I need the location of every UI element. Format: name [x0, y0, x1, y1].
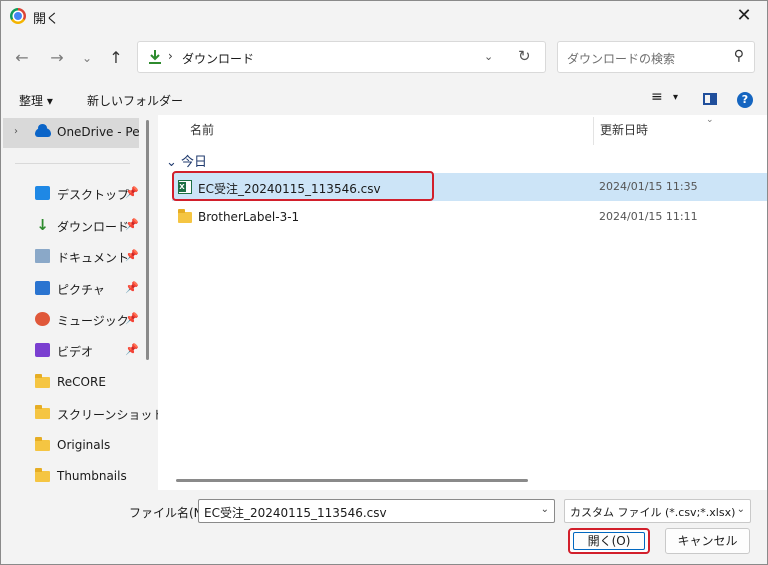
onedrive-cloud-icon	[35, 124, 51, 137]
recent-locations-button[interactable]: ⌄	[76, 47, 98, 69]
sidebar-item-documents[interactable]: ドキュメント 📌	[1, 243, 146, 271]
cancel-button[interactable]: キャンセル	[665, 528, 750, 554]
sidebar-item-label: ドキュメント	[57, 251, 130, 265]
folder-icon	[35, 437, 50, 451]
sidebar-item-desktop[interactable]: デスクトップ 📌	[1, 180, 146, 208]
filename-input[interactable]: EC受注_20240115_113546.csv ⌄	[198, 499, 555, 523]
up-button[interactable]: ↑	[105, 47, 127, 69]
group-header-today[interactable]: ⌄ 今日	[166, 151, 207, 170]
music-icon	[35, 312, 50, 326]
new-folder-button[interactable]: 新しいフォルダー	[87, 92, 183, 109]
address-bar[interactable]: › ダウンロード ⌄ ↻	[137, 41, 546, 73]
pin-icon: 📌	[125, 218, 139, 231]
sidebar-item-pictures[interactable]: ピクチャ 📌	[1, 275, 146, 303]
pin-icon: 📌	[125, 186, 139, 199]
desktop-icon	[35, 186, 50, 200]
folder-icon	[35, 405, 50, 419]
column-header-date[interactable]: 更新日時	[600, 121, 648, 138]
sidebar-item-label: ミュージック	[57, 314, 129, 328]
column-header-name[interactable]: 名前	[190, 121, 214, 138]
expand-chevron-icon[interactable]: ›	[14, 126, 18, 137]
close-button[interactable]: ✕	[727, 3, 761, 29]
sidebar-item-videos[interactable]: ビデオ 📌	[1, 337, 146, 365]
sidebar-item-thumbnails[interactable]: Thumbnails	[1, 463, 146, 491]
file-name: BrotherLabel-3-1	[198, 210, 300, 224]
chrome-icon	[10, 8, 26, 24]
pin-icon: 📌	[125, 312, 139, 325]
folder-icon	[35, 374, 50, 388]
filetype-value: カスタム ファイル (*.csv;*.xlsx)	[570, 506, 736, 519]
sort-indicator-icon: ⌄	[706, 115, 714, 125]
address-path-downloads[interactable]: ダウンロード	[182, 50, 254, 67]
search-input[interactable]: ダウンロードの検索	[567, 50, 675, 67]
pictures-icon	[35, 281, 50, 295]
chevron-down-icon[interactable]: ⌄	[737, 504, 745, 515]
sidebar-item-label: Originals	[57, 438, 111, 452]
file-date: 2024/01/15 11:11	[599, 210, 698, 223]
sidebar-item-label: ビデオ	[57, 345, 94, 359]
address-dropdown-icon[interactable]: ⌄	[484, 50, 493, 63]
sidebar-item-onedrive[interactable]: › OneDrive - Personal	[3, 118, 139, 148]
pin-icon: 📌	[125, 249, 139, 262]
sidebar-item-label: ピクチャ	[57, 283, 105, 297]
file-date: 2024/01/15 11:35	[599, 180, 698, 193]
sidebar-item-music[interactable]: ミュージック 📌	[1, 306, 146, 334]
open-button[interactable]: 開く(O)	[568, 528, 650, 554]
pin-icon: 📌	[125, 281, 139, 294]
sidebar-item-screenshots[interactable]: スクリーンショット	[1, 400, 164, 428]
view-list-icon[interactable]: ≡	[651, 89, 663, 105]
sidebar-item-label: デスクトップ	[57, 188, 130, 202]
sidebar-divider	[15, 163, 130, 164]
sidebar-item-label: ReCORE	[57, 375, 106, 389]
sidebar-item-label: ダウンロード	[57, 220, 130, 234]
search-icon[interactable]: ⚲	[734, 48, 744, 64]
sidebar-item-label: スクリーンショット	[57, 408, 165, 422]
horizontal-scrollbar[interactable]	[176, 479, 528, 482]
search-box[interactable]: ダウンロードの検索 ⚲	[557, 41, 755, 73]
documents-icon	[35, 249, 50, 263]
help-icon[interactable]: ?	[737, 92, 753, 108]
sidebar-item-label: Thumbnails	[57, 469, 127, 483]
dialog-title: 開く	[33, 12, 60, 27]
sidebar-item-originals[interactable]: Originals	[1, 432, 146, 460]
download-icon: ↓	[36, 216, 49, 234]
filename-value: EC受注_20240115_113546.csv	[204, 506, 387, 520]
video-icon	[35, 343, 50, 357]
back-button[interactable]: ←	[11, 47, 33, 69]
navigation-bar: ← → ⌄ ↑ › ダウンロード ⌄ ↻ ダウンロードの検索 ⚲	[1, 39, 767, 79]
command-bar: 整理 ▾ 新しいフォルダー ≡ ▾ ?	[1, 87, 767, 113]
file-row[interactable]: BrotherLabel-3-1 2024/01/15 11:11	[172, 203, 767, 231]
sidebar-item-label: OneDrive - Personal	[57, 125, 139, 139]
file-open-dialog: 開く ✕ ← → ⌄ ↑ › ダウンロード ⌄ ↻ ダウンロードの検索 ⚲ 整理…	[0, 0, 768, 565]
folder-icon	[35, 468, 50, 482]
navigation-pane: › OneDrive - Personal デスクトップ 📌 ↓ ダウンロード …	[1, 115, 164, 491]
preview-pane-icon[interactable]	[703, 93, 717, 105]
organize-button[interactable]: 整理 ▾	[19, 92, 53, 109]
folder-icon	[178, 209, 192, 223]
forward-button[interactable]: →	[46, 47, 68, 69]
sidebar-item-recore[interactable]: ReCORE	[1, 369, 146, 397]
highlight-annotation	[172, 171, 434, 201]
open-button-label: 開く(O)	[573, 532, 645, 550]
sidebar-item-downloads[interactable]: ↓ ダウンロード 📌	[1, 212, 146, 240]
refresh-icon[interactable]: ↻	[518, 47, 531, 65]
sidebar-scrollbar[interactable]	[146, 120, 149, 360]
pin-icon: 📌	[125, 343, 139, 356]
column-separator[interactable]	[593, 117, 594, 145]
view-dropdown-icon[interactable]: ▾	[673, 92, 678, 103]
chevron-down-icon[interactable]: ⌄	[541, 504, 549, 515]
filetype-select[interactable]: カスタム ファイル (*.csv;*.xlsx) ⌄	[564, 499, 751, 523]
address-separator: ›	[168, 49, 173, 63]
download-icon	[149, 50, 161, 64]
title-bar: 開く ✕	[1, 1, 767, 31]
